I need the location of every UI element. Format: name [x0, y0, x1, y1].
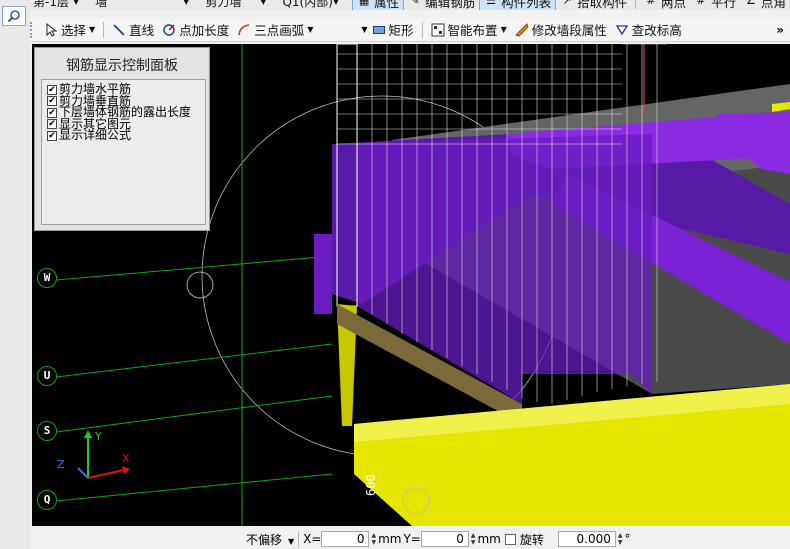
floor-select[interactable]: 第-1层 ▼	[30, 0, 82, 9]
draw-toolbar: 选择 ▼ 直线 点加长度 三点画弧 ▼ ▼ 矩形 智能布置 ▼ 修改墙段属性 查改标高…	[30, 18, 790, 42]
option-label: 显示详细公式	[59, 128, 132, 143]
component-name-select[interactable]: Q1(内部) ▼	[279, 0, 342, 9]
gizmo-y-label: Y	[95, 430, 102, 443]
axis-label-q: Q	[37, 490, 57, 510]
separator	[103, 21, 105, 38]
properties-icon: ▦	[358, 0, 370, 7]
line-button[interactable]: 直线	[108, 20, 158, 40]
y-unit: mm	[477, 532, 501, 546]
pick-component-icon: ↗	[562, 0, 572, 7]
parallel-axis-button[interactable]: # 平行	[690, 0, 740, 10]
rotate-label: 旋转	[519, 532, 544, 547]
point-length-icon	[163, 23, 175, 36]
two-point-axis-button[interactable]: # 两点	[640, 0, 690, 10]
rebar-display-control-panel: 钢筋显示控制面板 ✔ 剪力墙水平筋 ✔ 剪力墙垂直筋 ✔ 下层墙体钢筋的露出长度…	[34, 47, 210, 231]
purple-wall-face	[337, 134, 652, 404]
rectangle-button[interactable]: 矩形	[368, 20, 418, 40]
options-list: ✔ 剪力墙水平筋 ✔ 剪力墙垂直筋 ✔ 下层墙体钢筋的露出长度 ✔ 显示其它图元…	[41, 79, 206, 225]
check-elevation-button[interactable]: 查改标高	[611, 20, 686, 40]
component-list-icon: ☰	[486, 0, 497, 7]
smart-layout-button[interactable]: 智能布置 ▼	[427, 20, 511, 40]
point-length-button[interactable]: 点加长度	[158, 20, 233, 40]
gizmo-z-label: Z	[57, 458, 65, 471]
offset-mode-select[interactable]: 不偏移 ▼	[246, 531, 294, 548]
x-unit: mm	[378, 532, 402, 546]
rotate-checkbox[interactable]	[504, 533, 516, 545]
coordinate-statusbar: 不偏移 ▼ X= 0 ▲ ▼ mm Y= 0 ▲ ▼ mm 旋转 0.000 ▲ ▼ °	[238, 529, 790, 549]
checkbox-shear-wall-vertical[interactable]: ✔	[47, 96, 57, 107]
three-point-arc-button[interactable]: 三点画弧 ▼	[233, 20, 317, 40]
pick-component-button[interactable]: ↗ 拾取构件	[556, 0, 631, 10]
component-toolbar: 第-1层 ▼ 墙 ▼ 剪力墙 ▼ Q1(内部) ▼ ▦ 属性 ✎ 编辑钢筋 ☰ 构件列表 ↗ 拾…	[30, 0, 790, 10]
rectangle-icon	[372, 25, 385, 34]
cursor-arrow-icon	[46, 22, 58, 37]
left-panel-strip	[0, 0, 30, 549]
checkbox-show-other-elements[interactable]: ✔	[47, 119, 57, 130]
modify-wall-icon	[514, 22, 529, 37]
axis-label-w: W	[37, 268, 57, 288]
two-point-axis-icon: #	[646, 0, 656, 7]
select-button[interactable]: 选择 ▼	[40, 20, 99, 40]
option-row[interactable]: ✔ 显示详细公式	[42, 128, 205, 143]
smart-layout-icon	[431, 23, 445, 36]
toolbar-grip[interactable]	[30, 21, 34, 38]
edit-rebar-button[interactable]: ✎ 编辑钢筋	[404, 0, 479, 10]
point-angle-button[interactable]: ∠ 点角	[740, 0, 790, 10]
separator	[635, 0, 636, 9]
purple-wall-left	[314, 234, 332, 314]
parallel-axis-icon: #	[696, 0, 706, 7]
x-spinner[interactable]: ▲ ▼	[371, 532, 376, 546]
search-box[interactable]	[2, 6, 26, 26]
checkbox-show-detailed-formula[interactable]: ✔	[47, 130, 57, 141]
search-icon	[7, 10, 20, 23]
axis-label-u: U	[37, 366, 57, 386]
toolbar-overflow-button[interactable]: »	[776, 23, 784, 37]
checkbox-lower-wall-exposed-length[interactable]: ✔	[47, 107, 57, 118]
y-spinner[interactable]: ▲ ▼	[471, 532, 476, 546]
properties-button[interactable]: ▦ 属性	[352, 0, 405, 10]
y-offset-input[interactable]: 0	[420, 531, 469, 547]
edit-rebar-icon: ✎	[410, 0, 420, 7]
degree-symbol: °	[624, 532, 631, 546]
x-label: X=	[303, 532, 322, 546]
3d-viewport[interactable]: W U S Q 600 Y X Z 钢筋显示控制面板 ✔ 剪力墙水平筋 ✔ 剪力…	[32, 44, 790, 526]
component-list-button[interactable]: ☰ 构件列表	[479, 0, 557, 10]
rotate-spinner[interactable]: ▲ ▼	[618, 532, 623, 546]
separator	[298, 531, 300, 547]
separator	[421, 21, 423, 38]
component-type-select[interactable]: 墙 ▼	[92, 0, 192, 9]
arc-icon	[238, 23, 250, 35]
grid-line-w	[55, 255, 333, 281]
dimension-label: 600	[364, 474, 378, 496]
point-angle-icon: ∠	[746, 0, 756, 7]
x-offset-input[interactable]: 0	[321, 531, 370, 547]
grid-marker-circle	[186, 271, 214, 299]
rotate-angle-input[interactable]: 0.000	[557, 531, 616, 547]
gizmo-x-label: X	[122, 452, 130, 465]
grid-line-u	[55, 343, 333, 378]
line-icon	[113, 23, 125, 36]
checkbox-shear-wall-horizontal[interactable]: ✔	[47, 84, 57, 95]
elevation-icon	[615, 24, 628, 35]
component-subtype-select[interactable]: 剪力墙 ▼	[202, 0, 269, 9]
modify-segment-button[interactable]: 修改墙段属性	[511, 20, 611, 40]
y-label: Y=	[403, 532, 421, 546]
panel-title: 钢筋显示控制面板	[66, 58, 178, 74]
